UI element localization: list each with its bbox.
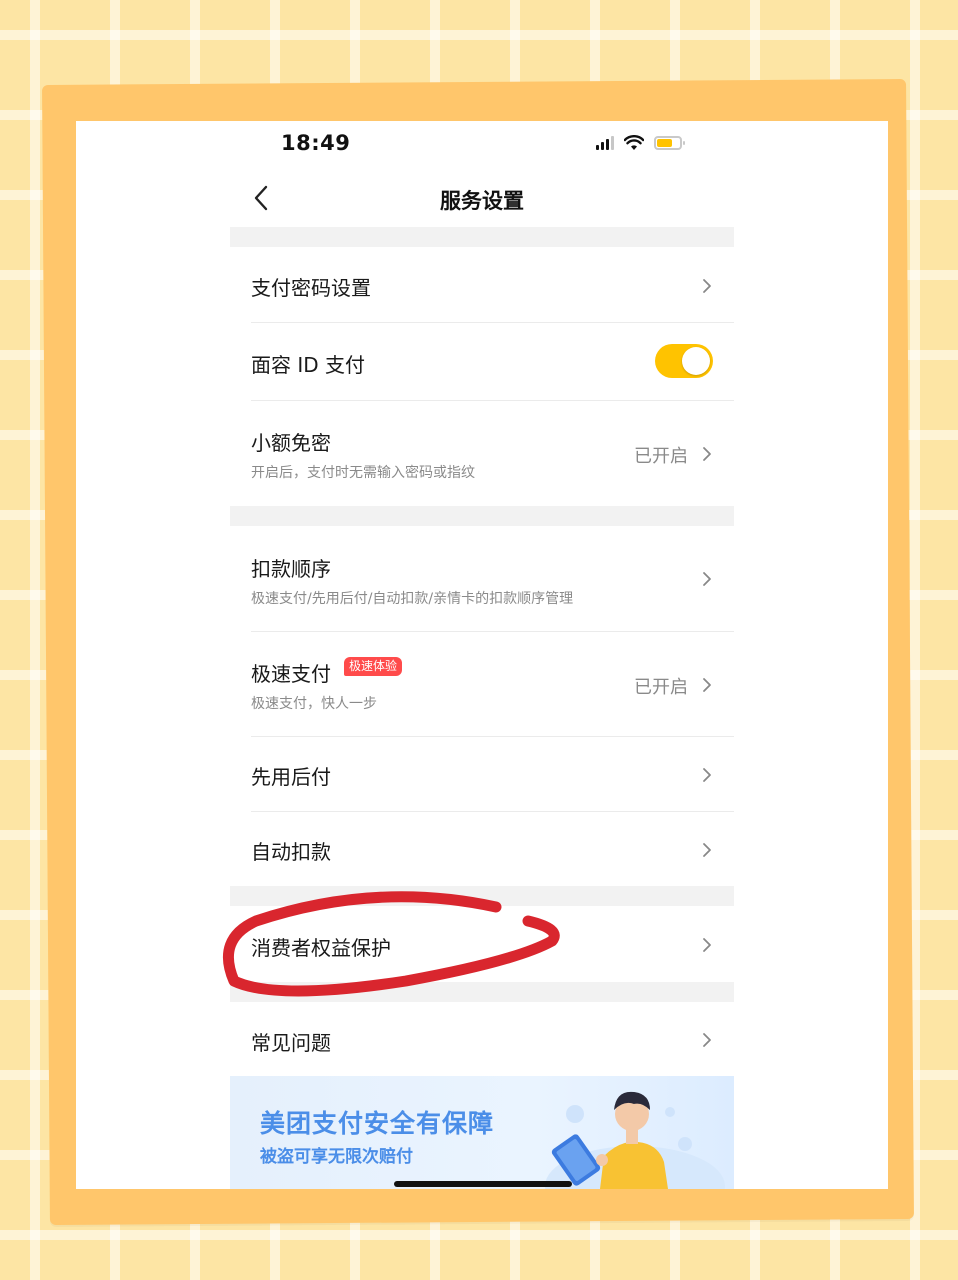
chevron-right-icon (703, 572, 711, 586)
banner-subtitle: 被盗可享无限次赔付 (260, 1147, 413, 1167)
section-gap (230, 886, 734, 906)
section-gap (230, 982, 734, 1002)
row-title: 小额免密 (251, 431, 331, 455)
chevron-right-icon (703, 678, 711, 692)
home-indicator (394, 1181, 572, 1187)
row-subtitle: 极速支付/先用后付/自动扣款/亲情卡的扣款顺序管理 (251, 591, 574, 607)
status-time: 18:49 (281, 131, 351, 155)
phone-screen: 18:49 服务设置 支付密码设置 面容 ID 支付 小额免密 开启后，支付时无… (76, 121, 888, 1189)
face-id-toggle[interactable] (655, 344, 713, 378)
status-icons (596, 135, 685, 151)
row-title: 消费者权益保护 (251, 936, 391, 960)
row-pay-later[interactable]: 先用后付 (230, 737, 734, 812)
chevron-right-icon (703, 768, 711, 782)
row-consumer-protection[interactable]: 消费者权益保护 (230, 906, 734, 982)
section-gap (230, 506, 734, 526)
chevron-right-icon (703, 938, 711, 952)
promo-badge: 极速体验 (344, 657, 403, 676)
row-subtitle: 极速支付，快人一步 (251, 696, 377, 712)
page-title: 服务设置 (440, 189, 524, 213)
row-title: 支付密码设置 (251, 276, 371, 300)
row-status-value: 已开启 (634, 446, 688, 467)
row-title: 扣款顺序 (251, 557, 331, 581)
row-deduction-order[interactable]: 扣款顺序 极速支付/先用后付/自动扣款/亲情卡的扣款顺序管理 (230, 526, 734, 632)
row-status-value: 已开启 (634, 677, 688, 698)
chevron-right-icon (703, 1033, 711, 1047)
chevron-right-icon (703, 279, 711, 293)
row-title: 自动扣款 (251, 840, 331, 864)
row-title: 先用后付 (251, 765, 331, 789)
toggle-knob (682, 347, 710, 375)
nav-bar: 服务设置 (230, 173, 734, 223)
row-auto-deduct[interactable]: 自动扣款 (230, 812, 734, 886)
row-faq[interactable]: 常见问题 (230, 1002, 734, 1076)
row-payment-password[interactable]: 支付密码设置 (230, 247, 734, 323)
wifi-icon (624, 135, 644, 150)
battery-icon (654, 136, 685, 150)
row-title: 常见问题 (251, 1031, 331, 1055)
row-small-amount-no-password[interactable]: 小额免密 开启后，支付时无需输入密码或指纹 已开启 (230, 401, 734, 506)
row-title: 面容 ID 支付 (251, 353, 366, 377)
section-gap (230, 227, 734, 247)
person-with-tablet-illustration (545, 1091, 725, 1189)
banner-title: 美团支付安全有保障 (260, 1109, 495, 1138)
row-subtitle: 开启后，支付时无需输入密码或指纹 (251, 465, 475, 481)
row-title: 极速支付 (251, 662, 331, 686)
chevron-right-icon (703, 447, 711, 461)
security-banner[interactable]: 美团支付安全有保障 被盗可享无限次赔付 (230, 1076, 734, 1189)
chevron-right-icon (703, 843, 711, 857)
row-fast-pay[interactable]: 极速支付 极速体验 极速支付，快人一步 已开启 (230, 632, 734, 737)
signal-icon (596, 136, 614, 150)
row-face-id-pay: 面容 ID 支付 (230, 323, 734, 401)
